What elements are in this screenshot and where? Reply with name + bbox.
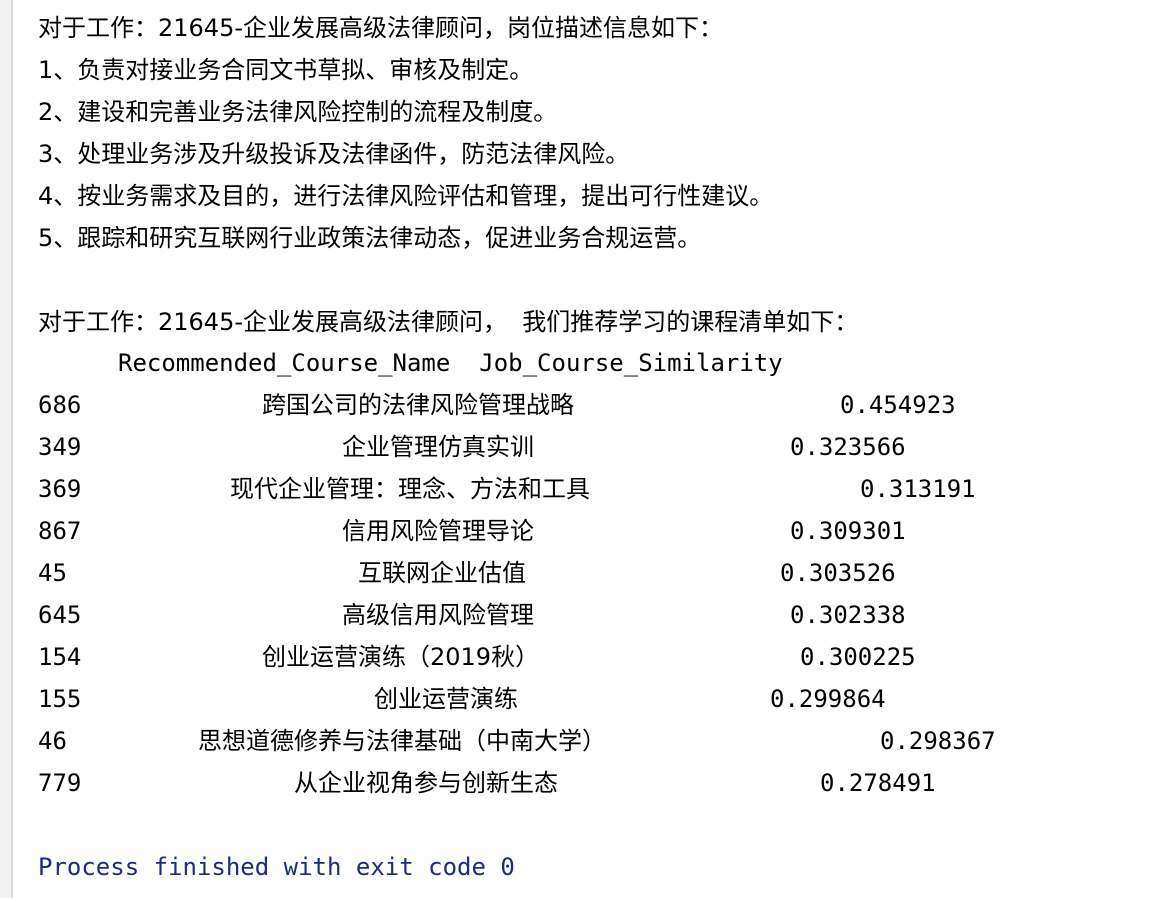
similarity-value: 0.298367: [880, 727, 996, 755]
course-name: 跨国公司的法律风险管理战略: [262, 391, 574, 419]
course-name: 创业运营演练: [374, 685, 518, 713]
row-index: 867: [38, 517, 82, 545]
similarity-value: 0.300225: [800, 643, 916, 671]
column-header-course-name: Recommended_Course_Name: [118, 349, 451, 377]
row-index: 779: [38, 769, 82, 797]
similarity-value: 0.454923: [840, 391, 956, 419]
course-name: 思想道德修养与法律基础（中南大学）: [198, 727, 606, 755]
row-index: 369: [38, 475, 82, 503]
row-index: 349: [38, 433, 82, 461]
row-index: 686: [38, 391, 82, 419]
course-name: 信用风险管理导论: [342, 517, 534, 545]
job-duty-line: 5、跟踪和研究互联网行业政策法律动态，促进业务合规运营。: [38, 224, 702, 252]
row-index: 45: [38, 559, 67, 587]
row-index: 155: [38, 685, 82, 713]
table-header: Recommended_Course_Name Job_Course_Simil…: [118, 347, 783, 379]
job-description-header: 对于工作：21645-企业发展高级法律顾问，岗位描述信息如下：: [38, 14, 724, 42]
similarity-value: 0.278491: [820, 769, 936, 797]
console-output: 对于工作：21645-企业发展高级法律顾问，岗位描述信息如下： 1、负责对接业务…: [0, 0, 1172, 898]
course-name: 创业运营演练（2019秋）: [262, 643, 540, 671]
job-duty-line: 3、处理业务涉及升级投诉及法律函件，防范法律风险。: [38, 140, 630, 168]
course-name: 从企业视角参与创新生态: [294, 769, 558, 797]
exit-message: Process finished with exit code 0: [38, 853, 515, 881]
job-duty-line: 1、负责对接业务合同文书草拟、审核及制定。: [38, 56, 534, 84]
course-name: 企业管理仿真实训: [342, 433, 534, 461]
course-name: 现代企业管理：理念、方法和工具: [230, 475, 590, 503]
job-duty-line: 2、建设和完善业务法律风险控制的流程及制度。: [38, 98, 558, 126]
column-header-similarity: Job_Course_Similarity: [479, 349, 783, 377]
console-gutter: [0, 0, 13, 898]
similarity-value: 0.299864: [770, 685, 886, 713]
similarity-value: 0.302338: [790, 601, 906, 629]
similarity-value: 0.303526: [780, 559, 896, 587]
row-index: 154: [38, 643, 82, 671]
similarity-value: 0.309301: [790, 517, 906, 545]
course-name: 高级信用风险管理: [342, 601, 534, 629]
recommendation-header: 对于工作：21645-企业发展高级法律顾问， 我们推荐学习的课程清单如下：: [38, 308, 859, 336]
similarity-value: 0.313191: [860, 475, 976, 503]
row-index: 46: [38, 727, 67, 755]
similarity-value: 0.323566: [790, 433, 906, 461]
job-duty-line: 4、按业务需求及目的，进行法律风险评估和管理，提出可行性建议。: [38, 182, 774, 210]
course-name: 互联网企业估值: [358, 559, 526, 587]
row-index: 645: [38, 601, 82, 629]
